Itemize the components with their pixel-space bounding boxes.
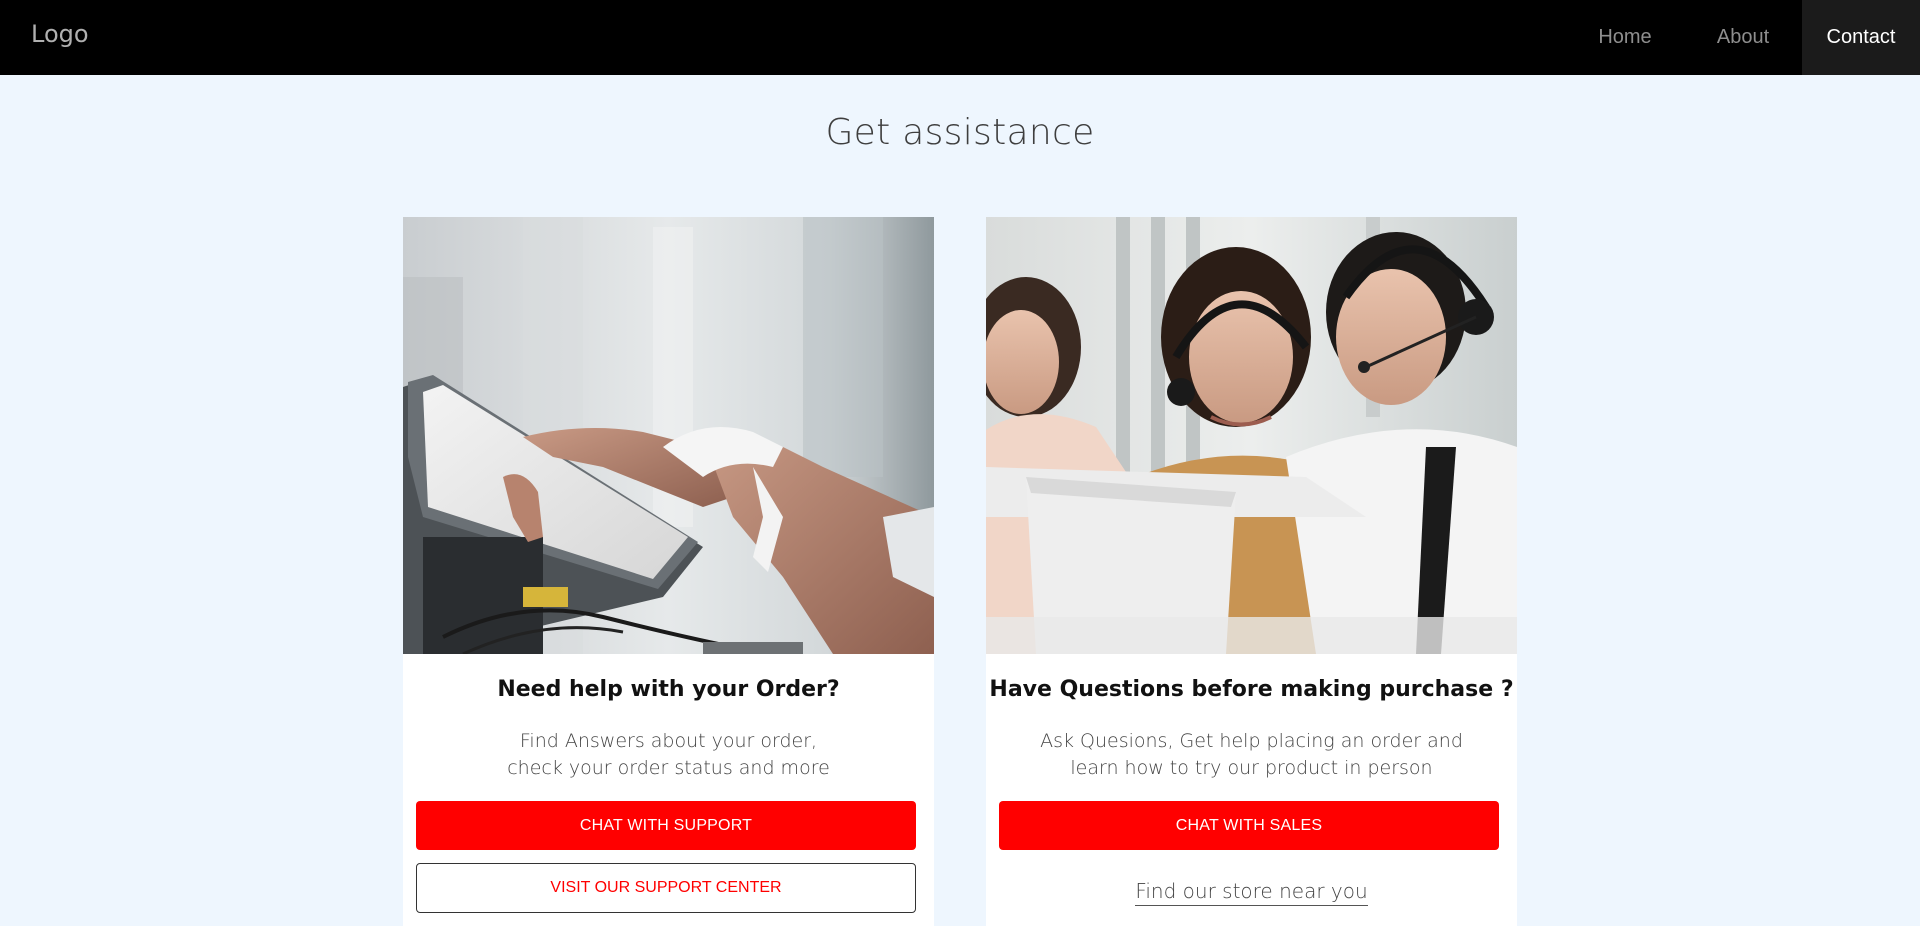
card-description-line: check your order status and more [507,757,830,779]
nav-about-link[interactable]: About [1684,0,1802,75]
nav-contact-link[interactable]: Contact [1802,0,1920,75]
order-help-card: Need help with your Order? Find Answers … [403,217,934,926]
page-title: Get assistance [825,112,1095,153]
sales-questions-card: Have Questions before making purchase ? … [986,217,1517,926]
chat-with-support-button[interactable]: CHAT WITH SUPPORT [416,801,916,850]
visit-support-center-button[interactable]: VISIT OUR SUPPORT CENTER [416,863,916,913]
call-center-image [986,217,1517,654]
find-store-link[interactable]: Find our store near you [1135,879,1368,906]
pos-terminal-image [403,217,934,654]
card-heading: Have Questions before making purchase ? [989,677,1514,702]
card-description: Find Answers about your order, check you… [403,728,934,782]
store-link-container: Find our store near you [986,879,1517,906]
navbar: Logo Home About Contact [0,0,1920,75]
card-heading: Need help with your Order? [497,677,840,702]
card-description-line: Find Answers about your order, [519,730,818,752]
nav-links: Home About Contact [1566,0,1920,75]
nav-home-link[interactable]: Home [1566,0,1684,75]
card-description-line: learn how to try our product in person [1070,757,1433,779]
card-description-line: Ask Quesions, Get help placing an order … [1040,730,1463,752]
card-description: Ask Quesions, Get help placing an order … [986,728,1517,782]
logo-link[interactable]: Logo [31,20,89,48]
chat-with-sales-button[interactable]: CHAT WITH SALES [999,801,1499,850]
